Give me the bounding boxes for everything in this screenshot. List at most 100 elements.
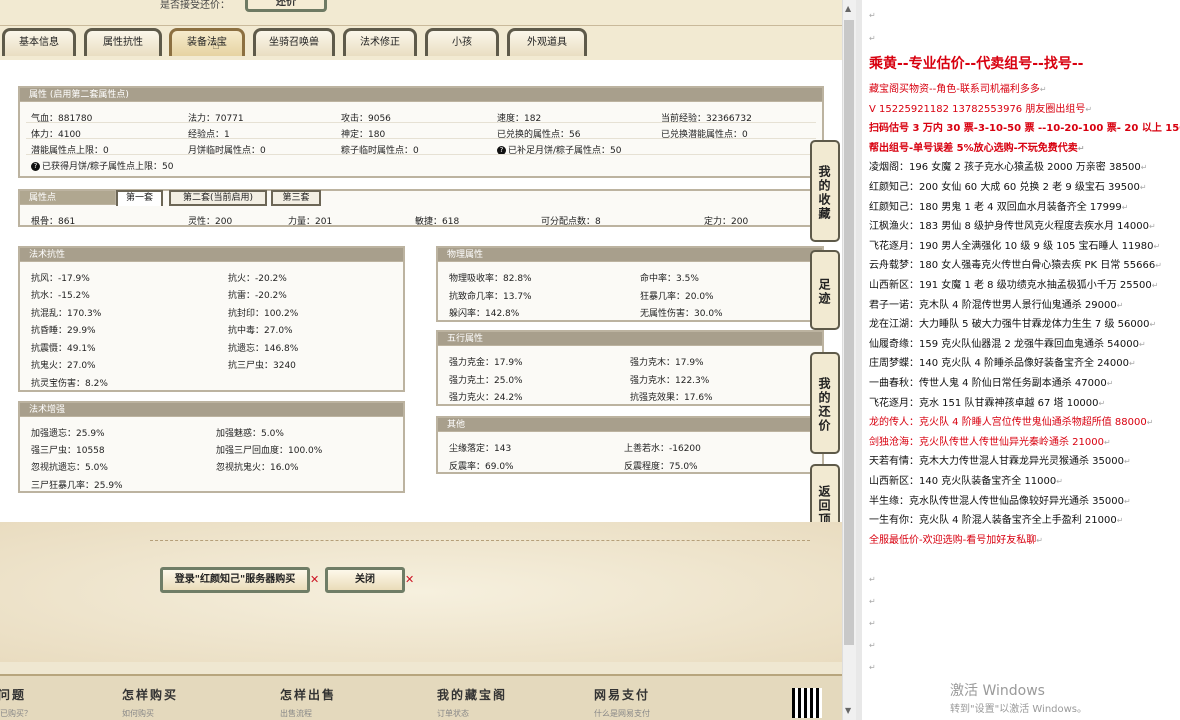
- tab-bar: 基本信息 属性抗性 装备法宝 坐骑召唤兽 法术修正 小孩 外观道具 ☝: [0, 26, 842, 60]
- phys-anticrit: 抗致命几率：13.7%: [449, 292, 532, 302]
- tab-mounts[interactable]: 坐骑召唤兽: [253, 28, 335, 56]
- enh-sanshi: 强三尸虫：10558: [31, 446, 105, 456]
- doc-line-text: 龙的传人：克火队 4 阶睡人宫位传世鬼仙通杀物超所值 88000: [869, 417, 1147, 429]
- footer-sub[interactable]: 什么是网易支付: [594, 708, 650, 719]
- scrollbar-thumb[interactable]: [844, 20, 854, 645]
- scroll-up-icon[interactable]: ▲: [845, 4, 851, 13]
- close-x-icon: ✕: [405, 573, 415, 586]
- doc-line-text: 君子一诺：克木队 4 阶混传世男人景行仙鬼通杀 29000: [869, 299, 1117, 311]
- close-button[interactable]: 关闭: [325, 567, 405, 593]
- attr-header: 属性 (启用第二套属性点): [20, 88, 822, 102]
- doc-line: 云舟载梦：180 女人强毒克火传世白骨心猿去疾 PK 日常 55666↵: [869, 260, 1162, 272]
- doc-line: 凌烟阁：196 女魔 2 孩子克水心猿孟极 2000 万亲密 38500↵: [869, 162, 1148, 174]
- doc-line-text: 庄周梦蝶：140 克火队 4 阶睡杀品像好装备宝齐全 24000: [869, 358, 1129, 370]
- points-set-1[interactable]: 第一套: [116, 190, 163, 206]
- point-strength: 力量：201: [288, 217, 333, 227]
- points-header: 属性点: [20, 191, 116, 205]
- login-server-buy-button[interactable]: 登录"红颜知己"服务器购买: [160, 567, 310, 593]
- notes-document: ↵ ↵ 乘黄--专业估价--代卖组号--找号-- 藏宝阁买物资--角色-联系司机…: [862, 0, 1180, 720]
- doc-line-text: 红颜知己：180 男鬼 1 老 4 双回血水月装备齐全 17999: [869, 201, 1122, 213]
- doc-line-text: 凌烟阁：196 女魔 2 孩子克水心猿孟极 2000 万亲密 38500: [869, 162, 1141, 174]
- other-counter-degree: 反震程度：75.0%: [624, 462, 698, 472]
- doc-blank-line: ↵: [869, 663, 876, 672]
- point-lingxing: 灵性：200: [188, 217, 233, 227]
- scroll-down-icon[interactable]: ▼: [845, 706, 851, 715]
- elem-water: 强力克水：122.3%: [630, 376, 710, 386]
- doc-line: 一生有你：克火队 4 阶混人装备宝齐全上手盈利 21000↵: [869, 515, 1124, 527]
- tab-equipment[interactable]: 装备法宝: [169, 28, 245, 56]
- doc-line: 庄周梦蝶：140 克火队 4 阶睡杀品像好装备宝齐全 24000↵: [869, 358, 1136, 370]
- doc-line-text: 一曲春秋：传世人鬼 4 阶仙日常任务副本通杀 47000: [869, 378, 1107, 389]
- footer-netease-pay[interactable]: 网易支付: [594, 686, 650, 703]
- resist-forget: 抗遗忘：146.8%: [228, 344, 299, 354]
- footer-sub[interactable]: 出售流程: [280, 708, 312, 719]
- other-shangshan: 上善若水：-16200: [624, 444, 701, 454]
- doc-line-text: 龙在江湖：大力睡队 5 破大力强牛甘霖龙体力生生 7 级 56000: [869, 319, 1150, 331]
- action-bar: 登录"红颜知己"服务器购买 ✕ 关闭 ✕: [0, 522, 842, 662]
- doc-line: 君子一诺：克木队 4 阶混传世男人景行仙鬼通杀 29000↵: [869, 299, 1124, 311]
- top-bar: 是否接受还价： 还价: [0, 0, 842, 26]
- elem-anti: 抗强克效果：17.6%: [630, 393, 713, 403]
- resist-sleep: 抗昏睡：29.9%: [31, 326, 96, 336]
- windows-activation-watermark: 激活 Windows: [950, 683, 1045, 699]
- doc-line: 红颜知己：200 女仙 60 大成 60 兑换 2 老 9 级宝石 39500↵: [869, 182, 1147, 193]
- doc-line: 飞花逐月：190 男人全满强化 10 级 9 级 105 宝石睡人 11980↵: [869, 240, 1161, 252]
- phys-dodge: 躲闪率：142.8%: [449, 309, 520, 319]
- points-set-3[interactable]: 第三套: [271, 190, 321, 206]
- footer-sub[interactable]: 订单状态: [437, 708, 469, 719]
- physical-section: 物理属性 物理吸收率：82.8% 命中率：3.5% 抗致命几率：13.7% 狂暴…: [436, 246, 824, 322]
- doc-line-text: 飞花逐月：克水 151 队甘霖神孩卓越 67 塔 10000: [869, 397, 1099, 409]
- my-offers-button[interactable]: 我的还价: [810, 352, 840, 454]
- counter-offer-button[interactable]: 还价: [245, 0, 327, 12]
- tab-attributes[interactable]: 属性抗性: [84, 28, 162, 56]
- elem-metal: 强力克金：17.9%: [449, 358, 523, 368]
- resist-water: 抗水：-15.2%: [31, 291, 90, 301]
- footer-faq[interactable]: 问题: [0, 686, 26, 703]
- doc-blank-line: ↵: [869, 34, 876, 43]
- enh-sanshi-rage: 三尸狂暴几率：25.9%: [31, 481, 123, 491]
- tab-basic-info[interactable]: 基本信息: [2, 28, 76, 56]
- points-set-2[interactable]: 第二套(当前启用): [169, 190, 267, 206]
- resist-section: 法术抗性 抗风：-17.9% 抗火：-20.2% 抗水：-15.2% 抗雷：-2…: [18, 246, 405, 392]
- enh-forget: 加强遗忘：25.9%: [31, 429, 105, 439]
- footer-how-to-sell[interactable]: 怎样出售: [280, 686, 336, 703]
- footer-my-cbg[interactable]: 我的藏宝阁: [437, 686, 507, 703]
- element-section: 五行属性 强力克金：17.9% 强力克木：17.9% 强力克土：25.0% 强力…: [436, 330, 824, 406]
- doc-line: 山西新区：191 女魔 1 老 8 级功绩克水抽孟极狐小千万 25500↵: [869, 280, 1159, 291]
- footer-sub[interactable]: 如何购买: [122, 708, 154, 719]
- enh-ignore-forget: 忽视抗遗忘：5.0%: [31, 463, 108, 473]
- doc-line-text: 半生缘：克水队传世混人传世仙品像较好异光通杀 35000: [869, 495, 1124, 507]
- resist-fire: 抗火：-20.2%: [228, 274, 287, 284]
- resist-sanshi: 抗三尸虫：3240: [228, 361, 296, 371]
- resist-chaos: 抗混乱：170.3%: [31, 309, 102, 319]
- phys-rage: 狂暴几率：20.0%: [640, 292, 714, 302]
- doc-line: 龙在江湖：大力睡队 5 破大力强牛甘霖龙体力生生 7 级 56000↵: [869, 319, 1157, 331]
- resist-header: 法术抗性: [20, 248, 403, 262]
- resist-seal: 抗封印：100.2%: [228, 309, 299, 319]
- footer-sub[interactable]: 已购买？: [0, 708, 32, 719]
- help-icon: ?: [31, 162, 40, 171]
- phys-nonattr: 无属性伤害：30.0%: [640, 309, 723, 319]
- other-section: 其他 尘缘落定：143 上善若水：-16200 反震率：69.0% 反震程度：7…: [436, 416, 824, 474]
- enh-charm: 加强魅惑：5.0%: [216, 429, 284, 439]
- doc-line-text: 山西新区：140 克火队装备宝齐全 11000: [869, 476, 1057, 487]
- phys-hit: 命中率：3.5%: [640, 274, 699, 284]
- footer-how-to-buy[interactable]: 怎样购买: [122, 686, 178, 703]
- tab-children[interactable]: 小孩: [425, 28, 499, 56]
- doc-line: 剑独沧海：克火队传世人传世仙异光秦岭通杀 21000↵: [869, 436, 1111, 448]
- my-favorites-button[interactable]: 我的收藏: [810, 140, 840, 242]
- doc-line-text: 江枫渔火：183 男仙 8 级护身传世风克火程度去疾水月 14000: [869, 221, 1149, 233]
- doc-line: 仙履奇缘：159 克火队仙器混 2 龙强牛霖回血鬼通杀 54000↵: [869, 338, 1146, 350]
- windows-activation-hint: 转到"设置"以激活 Windows。: [950, 704, 1088, 715]
- doc-line-text: 剑独沧海：克火队传世人传世仙异光秦岭通杀 21000: [869, 436, 1104, 448]
- doc-line: 半生缘：克水队传世混人传世仙品像较好异光通杀 35000↵: [869, 495, 1131, 507]
- browser-page: 是否接受还价： 还价 基本信息 属性抗性 装备法宝 坐骑召唤兽 法术修正 小孩 …: [0, 0, 842, 720]
- enhance-header: 法术增强: [20, 403, 403, 417]
- tab-appearance[interactable]: 外观道具: [507, 28, 587, 56]
- other-header: 其他: [438, 418, 822, 432]
- point-dingli: 定力：200: [704, 217, 749, 227]
- tab-spell-mod[interactable]: 法术修正: [343, 28, 417, 56]
- resist-ghostfire: 抗鬼火：27.0%: [31, 361, 96, 371]
- doc-line-text: V 15225921182 13782553976 朋友圈出组号: [869, 103, 1086, 115]
- footprints-button[interactable]: 足迹: [810, 250, 840, 330]
